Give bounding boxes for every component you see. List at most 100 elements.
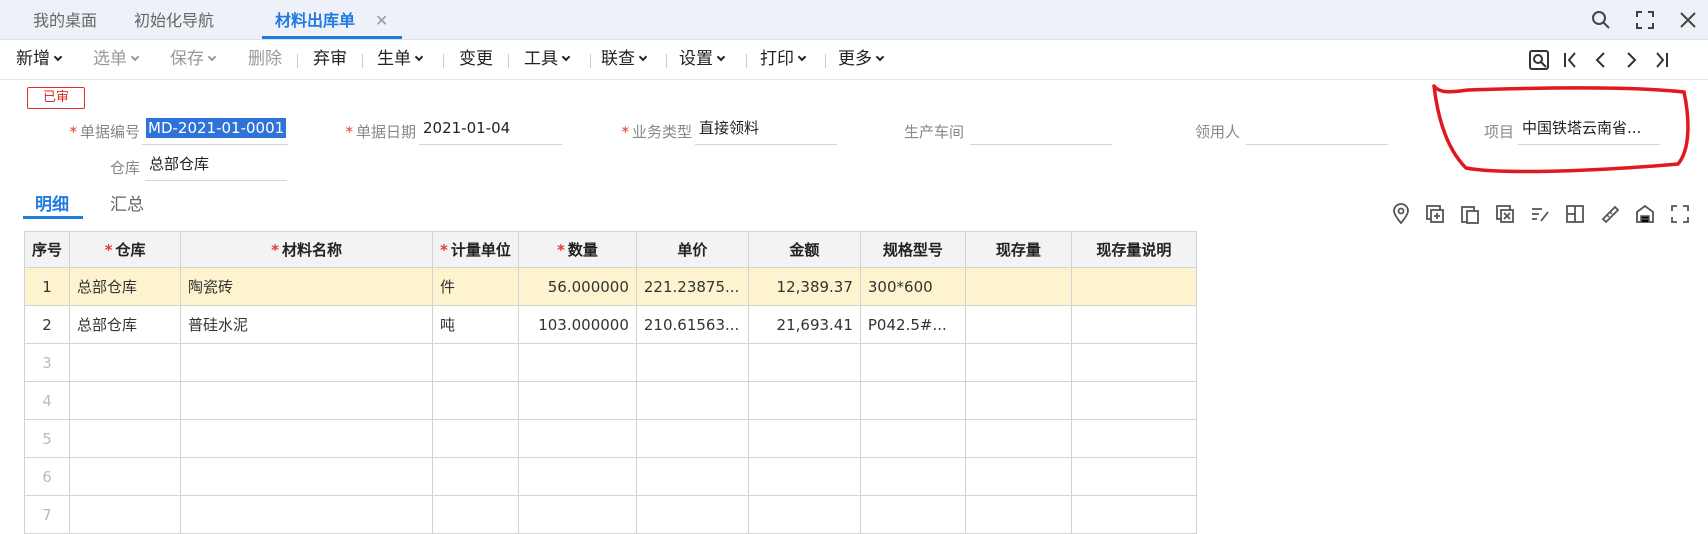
cell-stock-note[interactable] xyxy=(1070,419,1197,458)
warehouse-icon[interactable] xyxy=(1634,203,1656,225)
cell-spec[interactable] xyxy=(859,457,966,496)
tab-detail[interactable]: 明细 xyxy=(35,190,69,215)
cell-amount[interactable] xyxy=(747,495,861,534)
delete-button[interactable]: 删除 xyxy=(248,40,282,78)
cell-amount[interactable]: 12,389.37 xyxy=(747,267,861,306)
cell-material[interactable] xyxy=(180,495,434,534)
cell-unit[interactable]: 吨 xyxy=(432,305,519,344)
cell-material[interactable] xyxy=(180,419,434,458)
receiver-field[interactable] xyxy=(1246,115,1388,145)
cell-spec[interactable]: 300*600 xyxy=(859,267,966,306)
close-icon[interactable] xyxy=(1677,9,1699,31)
cell-quantity[interactable] xyxy=(517,457,637,496)
col-header-stock-note[interactable]: 现存量说明 xyxy=(1070,231,1197,268)
linked-query-button[interactable]: 联查 xyxy=(601,40,648,78)
cell-unit[interactable] xyxy=(432,495,519,534)
add-row-icon[interactable] xyxy=(1424,203,1446,225)
cell-amount[interactable]: 21,693.41 xyxy=(747,305,861,344)
tab-desktop[interactable]: 我的桌面 xyxy=(33,0,97,40)
cell-stock-note[interactable] xyxy=(1070,495,1197,534)
cell-spec[interactable] xyxy=(859,495,966,534)
cell-amount[interactable] xyxy=(747,381,861,420)
cell-unit-price[interactable] xyxy=(635,457,749,496)
workshop-field[interactable] xyxy=(970,115,1112,145)
cell-unit[interactable]: 件 xyxy=(432,267,519,306)
more-button[interactable]: 更多 xyxy=(838,40,885,78)
cell-warehouse[interactable]: 总部仓库 xyxy=(69,267,182,306)
cell-stock[interactable] xyxy=(964,343,1072,382)
first-record-icon[interactable] xyxy=(1559,48,1583,72)
col-header-material[interactable]: * 材料名称 xyxy=(180,231,434,268)
cell-unit-price[interactable] xyxy=(635,343,749,382)
cell-stock[interactable] xyxy=(964,419,1072,458)
cell-quantity[interactable]: 56.000000 xyxy=(517,267,637,306)
cell-warehouse[interactable] xyxy=(69,495,182,534)
cell-quantity[interactable] xyxy=(517,419,637,458)
unapprove-button[interactable]: 弃审 xyxy=(313,40,347,78)
cell-amount[interactable] xyxy=(747,419,861,458)
cell-warehouse[interactable]: 总部仓库 xyxy=(69,305,182,344)
next-record-icon[interactable] xyxy=(1619,48,1643,72)
col-header-unit[interactable]: * 计量单位 xyxy=(432,231,519,268)
cell-warehouse[interactable] xyxy=(69,343,182,382)
cell-quantity[interactable]: 103.000000 xyxy=(517,305,637,344)
save-button[interactable]: 保存 xyxy=(170,40,217,78)
cell-amount[interactable] xyxy=(747,457,861,496)
col-header-warehouse[interactable]: * 仓库 xyxy=(69,231,182,268)
print-button[interactable]: 打印 xyxy=(760,40,807,78)
cell-material[interactable]: 陶瓷砖 xyxy=(180,267,434,306)
cell-stock-note[interactable] xyxy=(1070,381,1197,420)
cell-unit[interactable] xyxy=(432,343,519,382)
location-icon[interactable] xyxy=(1390,203,1412,225)
col-header-stock[interactable]: 现存量 xyxy=(964,231,1072,268)
biz-type-field[interactable]: 直接领料 xyxy=(695,115,837,145)
cell-amount[interactable] xyxy=(747,343,861,382)
cell-stock-note[interactable] xyxy=(1070,305,1197,344)
ruler-icon[interactable] xyxy=(1599,203,1621,225)
cell-unit[interactable] xyxy=(432,419,519,458)
settings-button[interactable]: 设置 xyxy=(679,40,726,78)
cell-unit-price[interactable] xyxy=(635,495,749,534)
edit-icon[interactable] xyxy=(1529,203,1551,225)
col-header-spec[interactable]: 规格型号 xyxy=(859,231,966,268)
split-row-icon[interactable] xyxy=(1564,203,1586,225)
cell-stock[interactable] xyxy=(964,495,1072,534)
table-row[interactable]: 7 xyxy=(23,495,1197,534)
expand-icon[interactable] xyxy=(1669,203,1691,225)
cell-quantity[interactable] xyxy=(517,381,637,420)
cell-unit-price[interactable] xyxy=(635,381,749,420)
table-row[interactable]: 5 xyxy=(23,419,1197,458)
cell-quantity[interactable] xyxy=(517,495,637,534)
table-row[interactable]: 1 总部仓库 陶瓷砖 件 56.000000 221.23875... 12,3… xyxy=(23,267,1197,306)
col-header-amount[interactable]: 金额 xyxy=(747,231,861,268)
cell-material[interactable] xyxy=(180,457,434,496)
col-header-quantity[interactable]: * 数量 xyxy=(517,231,637,268)
search-icon[interactable] xyxy=(1590,9,1612,31)
close-tab-icon[interactable]: ✕ xyxy=(375,0,388,42)
cell-stock[interactable] xyxy=(964,305,1072,344)
doc-search-icon[interactable] xyxy=(1527,48,1551,72)
cell-material[interactable] xyxy=(180,343,434,382)
cell-unit-price[interactable]: 210.61563... xyxy=(635,305,749,344)
cell-stock[interactable] xyxy=(964,381,1072,420)
cell-warehouse[interactable] xyxy=(69,419,182,458)
cell-unit-price[interactable]: 221.23875... xyxy=(635,267,749,306)
doc-date-field[interactable]: 2021-01-04 xyxy=(419,115,562,145)
tab-material-outbound[interactable]: 材料出库单 xyxy=(275,0,355,40)
warehouse-field[interactable]: 总部仓库 xyxy=(145,151,287,181)
last-record-icon[interactable] xyxy=(1649,48,1673,72)
cell-spec[interactable]: P042.5#... xyxy=(859,305,966,344)
cell-stock-note[interactable] xyxy=(1070,267,1197,306)
cell-warehouse[interactable] xyxy=(69,457,182,496)
table-row[interactable]: 4 xyxy=(23,381,1197,420)
fullscreen-icon[interactable] xyxy=(1634,9,1656,31)
tab-init-nav[interactable]: 初始化导航 xyxy=(134,0,214,40)
cell-stock-note[interactable] xyxy=(1070,457,1197,496)
copy-row-icon[interactable] xyxy=(1459,203,1481,225)
cell-stock-note[interactable] xyxy=(1070,343,1197,382)
cell-unit[interactable] xyxy=(432,457,519,496)
cell-quantity[interactable] xyxy=(517,343,637,382)
select-doc-button[interactable]: 选单 xyxy=(93,40,140,78)
col-header-index[interactable]: 序号 xyxy=(23,231,71,268)
cell-unit-price[interactable] xyxy=(635,419,749,458)
